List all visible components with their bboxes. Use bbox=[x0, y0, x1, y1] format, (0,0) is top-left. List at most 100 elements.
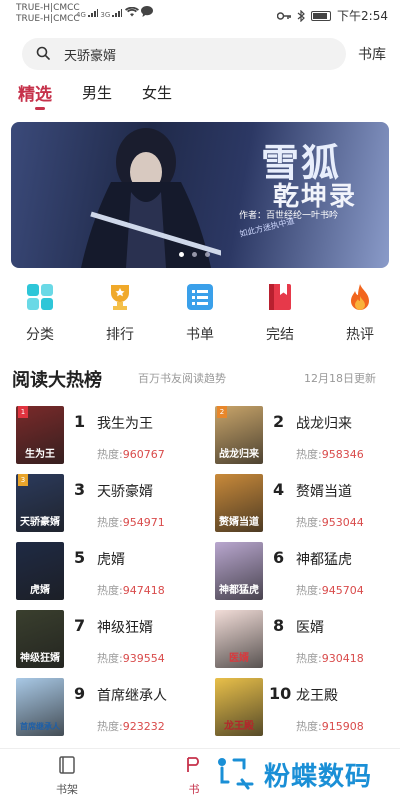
search-bar[interactable]: 天骄豪婿 bbox=[22, 38, 346, 70]
book-title: 神级狂婿 bbox=[97, 620, 153, 636]
book-rank: 5 bbox=[74, 548, 86, 567]
status-right: 下午2:54 bbox=[277, 7, 388, 24]
watermark-logo-icon bbox=[218, 758, 254, 790]
book-heat: 热度:947418 bbox=[97, 582, 165, 598]
rank-badge: 2 bbox=[217, 406, 227, 418]
carousel-dot[interactable] bbox=[205, 252, 210, 257]
book-cover: 首席继承人 bbox=[16, 678, 64, 736]
cover-title: 天骄豪婿 bbox=[20, 517, 60, 528]
shortcut-label: 热评 bbox=[346, 327, 374, 343]
battery-icon bbox=[311, 10, 332, 21]
cover-title: 神级狂婿 bbox=[20, 653, 60, 664]
tab-female[interactable]: 女生 bbox=[142, 82, 172, 103]
book-heat: 热度:945704 bbox=[296, 582, 364, 598]
shortcut-completed[interactable]: 完结 bbox=[250, 282, 310, 344]
heat-label: 热度: bbox=[296, 448, 322, 461]
shortcut-booklist[interactable]: 书单 bbox=[170, 282, 230, 344]
cover-title: 生为王 bbox=[25, 449, 55, 460]
book-title: 龙王殿 bbox=[296, 688, 338, 704]
cover-title: 神都猛虎 bbox=[219, 585, 259, 596]
nav-bookshelf[interactable]: 书架 bbox=[47, 755, 87, 797]
book-item[interactable]: 虎婿 5 虎婿 热度:947418 bbox=[16, 542, 206, 604]
search-icon bbox=[36, 46, 50, 60]
carousel-dots bbox=[179, 252, 210, 257]
book-item[interactable]: 3 天骄豪婿 3 天骄豪婿 热度:954971 bbox=[16, 474, 206, 536]
book-heat: 热度:958346 bbox=[296, 446, 364, 462]
shortcut-ranking[interactable]: 排行 bbox=[90, 282, 150, 344]
carousel-dot[interactable] bbox=[192, 252, 197, 257]
book-cover: 1 生为王 bbox=[16, 406, 64, 464]
book-cover: 医婿 bbox=[215, 610, 263, 668]
book-title: 虎婿 bbox=[97, 552, 125, 568]
heat-label: 热度: bbox=[296, 516, 322, 529]
book-item[interactable]: 医婿 8 医婿 热度:930418 bbox=[215, 610, 400, 672]
nav-bookstore[interactable]: 书 bbox=[174, 755, 214, 797]
promo-banner[interactable]: 雪狐 乾坤录 作者：百世经纶一叶书吟 如此方迷执中道 bbox=[11, 122, 389, 268]
book-item[interactable]: 2 战龙归来 2 战龙归来 热度:958346 bbox=[215, 406, 400, 468]
tab-male[interactable]: 男生 bbox=[82, 82, 112, 103]
carousel-dot[interactable] bbox=[179, 252, 184, 257]
flame-icon bbox=[351, 284, 369, 310]
book-title: 医婿 bbox=[296, 620, 324, 636]
book-heat: 热度:939554 bbox=[97, 650, 165, 666]
heat-label: 热度: bbox=[296, 720, 322, 733]
nav-label: 书架 bbox=[56, 783, 78, 796]
book-heat: 热度:960767 bbox=[97, 446, 165, 462]
book-item[interactable]: 赘婿当道 4 赘婿当道 热度:953044 bbox=[215, 474, 400, 536]
book-cover: 2 战龙归来 bbox=[215, 406, 263, 464]
network-1: 4G bbox=[76, 11, 86, 19]
book-title: 我生为王 bbox=[97, 416, 153, 432]
shortcut-hot-reviews[interactable]: 热评 bbox=[330, 282, 390, 344]
library-button[interactable]: 书库 bbox=[358, 44, 386, 64]
book-heat: 热度:915908 bbox=[296, 718, 364, 734]
cover-title: 龙王殿 bbox=[224, 721, 254, 732]
heat-label: 热度: bbox=[97, 448, 123, 461]
carrier-2: TRUE-H|CMCC bbox=[16, 14, 80, 24]
book-rank: 10 bbox=[269, 684, 292, 703]
search-placeholder: 天骄豪婿 bbox=[64, 49, 117, 64]
shortcut-label: 分类 bbox=[26, 327, 54, 343]
heat-label: 热度: bbox=[97, 652, 123, 665]
book-rank: 2 bbox=[273, 412, 285, 431]
heat-value: 939554 bbox=[122, 652, 165, 665]
heat-value: 953044 bbox=[321, 516, 364, 529]
status-bar: TRUE-H|CMCC TRUE-H|CMCC 4G 3G 下午2:54 bbox=[0, 0, 400, 28]
active-tab-indicator bbox=[35, 107, 45, 110]
heat-value: 958346 bbox=[321, 448, 364, 461]
signal-icon bbox=[88, 9, 99, 17]
book-cover: 神级狂婿 bbox=[16, 610, 64, 668]
carrier-info: TRUE-H|CMCC TRUE-H|CMCC bbox=[16, 3, 80, 25]
book-heat: 热度:930418 bbox=[296, 650, 364, 666]
tab-featured[interactable]: 精选 bbox=[18, 80, 52, 105]
bluetooth-icon bbox=[297, 9, 305, 22]
heat-value: 930418 bbox=[321, 652, 364, 665]
book-item[interactable]: 1 生为王 1 我生为王 热度:960767 bbox=[16, 406, 206, 468]
carrier-1: TRUE-H|CMCC bbox=[16, 3, 80, 13]
wifi-icon bbox=[124, 6, 139, 17]
book-item[interactable]: 首席继承人 9 首席继承人 热度:923232 bbox=[16, 678, 206, 740]
shortcut-label: 排行 bbox=[106, 327, 134, 343]
heat-label: 热度: bbox=[97, 584, 123, 597]
book-rank: 3 bbox=[74, 480, 86, 499]
cover-title: 医婿 bbox=[229, 653, 249, 664]
book-item[interactable]: 神都猛虎 6 神都猛虎 热度:945704 bbox=[215, 542, 400, 604]
shortcut-label: 书单 bbox=[186, 327, 214, 343]
trophy-icon bbox=[111, 285, 129, 310]
ranking-update-date: 12月18日更新 bbox=[304, 372, 376, 385]
clock: 下午2:54 bbox=[337, 9, 388, 23]
shortcut-category[interactable]: 分类 bbox=[10, 282, 70, 344]
book-title: 首席继承人 bbox=[97, 688, 167, 704]
heat-label: 热度: bbox=[97, 516, 123, 529]
key-icon bbox=[277, 11, 292, 20]
book-heat: 热度:923232 bbox=[97, 718, 165, 734]
book-item[interactable]: 龙王殿 10 龙王殿 热度:915908 bbox=[215, 678, 400, 740]
heat-value: 945704 bbox=[321, 584, 364, 597]
grid-icon bbox=[27, 284, 53, 310]
book-cover: 虎婿 bbox=[16, 542, 64, 600]
book-cover: 龙王殿 bbox=[215, 678, 263, 736]
book-item[interactable]: 神级狂婿 7 神级狂婿 热度:939554 bbox=[16, 610, 206, 672]
book-title: 天骄豪婿 bbox=[97, 484, 153, 500]
network-indicator: 4G 3G bbox=[76, 6, 153, 19]
watermark: 粉蝶数码 bbox=[212, 754, 372, 794]
cover-title: 赘婿当道 bbox=[219, 517, 259, 528]
